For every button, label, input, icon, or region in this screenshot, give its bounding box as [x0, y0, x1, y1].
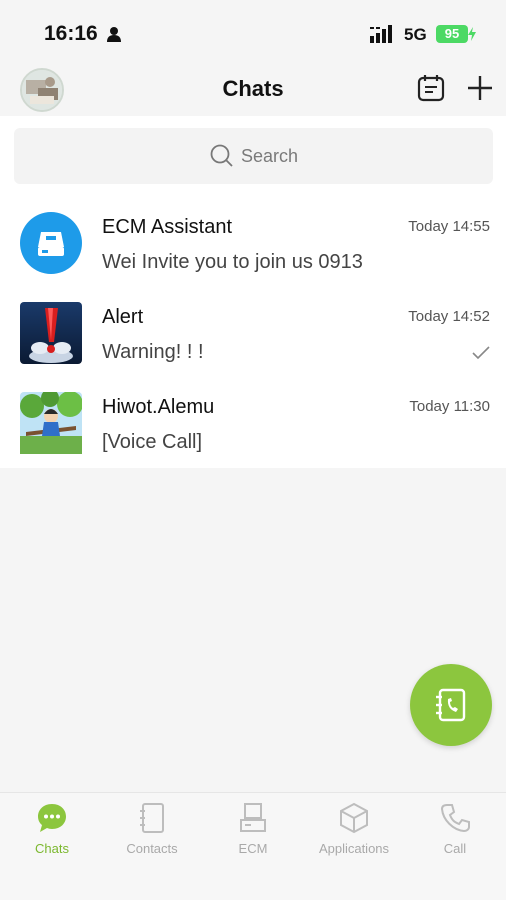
- chat-name: Hiwot.Alemu: [102, 396, 215, 418]
- alert-icon: [20, 302, 82, 364]
- cube-icon: [340, 802, 368, 834]
- charging-icon: [468, 27, 476, 41]
- tab-applications[interactable]: Applications: [304, 801, 404, 861]
- chats-header: Chats: [0, 64, 506, 116]
- tab-label: Call: [443, 841, 467, 856]
- ecm-assistant-icon: [20, 212, 82, 274]
- signal-icon: [370, 25, 392, 43]
- person-icon: [107, 27, 121, 42]
- chat-item-alert[interactable]: Alert Today 14:52 Warning! ! !: [0, 288, 506, 378]
- chat-name: ECM Assistant: [102, 216, 233, 238]
- tab-label: Chats: [35, 841, 69, 856]
- search-placeholder: Search: [240, 145, 299, 166]
- ecm-icon: [240, 803, 266, 832]
- chat-name: Alert: [102, 306, 144, 328]
- tab-label: Contacts: [126, 841, 178, 856]
- check-icon: [472, 346, 490, 360]
- tab-contacts[interactable]: Contacts: [102, 801, 202, 861]
- search-section: Search: [0, 116, 506, 198]
- chat-time: Today 14:55: [408, 218, 490, 235]
- search-input[interactable]: Search: [14, 128, 493, 184]
- tab-call[interactable]: Call: [405, 801, 505, 861]
- contacts-icon: [140, 803, 164, 833]
- chat-preview: [Voice Call]: [102, 431, 203, 453]
- contact-book-icon: [436, 688, 466, 722]
- chat-time: Today 11:30: [409, 398, 490, 415]
- battery-level: 95: [436, 25, 468, 43]
- chat-time: Today 14:52: [408, 308, 490, 325]
- tree-avatar: [20, 392, 82, 454]
- chat-preview: Warning! ! !: [102, 341, 204, 363]
- chat-item-ecm-assistant[interactable]: ECM Assistant Today 14:55 Wei Invite you…: [0, 198, 506, 288]
- chat-preview: Wei Invite you to join us 0913: [102, 251, 363, 273]
- contacts-book-button[interactable]: [410, 664, 492, 746]
- status-bar: 16:16 5G 95: [0, 0, 506, 64]
- chat-item-hiwot-alemu[interactable]: Hiwot.Alemu Today 11:30 [Voice Call]: [0, 378, 506, 468]
- bottom-nav: Chats Contacts ECM Applications Call: [0, 792, 506, 900]
- add-icon[interactable]: [466, 74, 494, 102]
- calendar-icon[interactable]: [416, 73, 446, 103]
- chat-bubble-icon: [38, 804, 66, 832]
- status-time: 16:16: [44, 22, 98, 45]
- search-icon: [210, 144, 233, 167]
- tab-ecm[interactable]: ECM: [203, 801, 303, 861]
- chat-list: ECM Assistant Today 14:55 Wei Invite you…: [0, 198, 506, 468]
- tab-label: ECM: [238, 841, 268, 856]
- tab-label: Applications: [318, 841, 390, 856]
- tab-chats[interactable]: Chats: [2, 801, 102, 861]
- network-type: 5G: [404, 25, 427, 44]
- phone-icon: [440, 804, 470, 833]
